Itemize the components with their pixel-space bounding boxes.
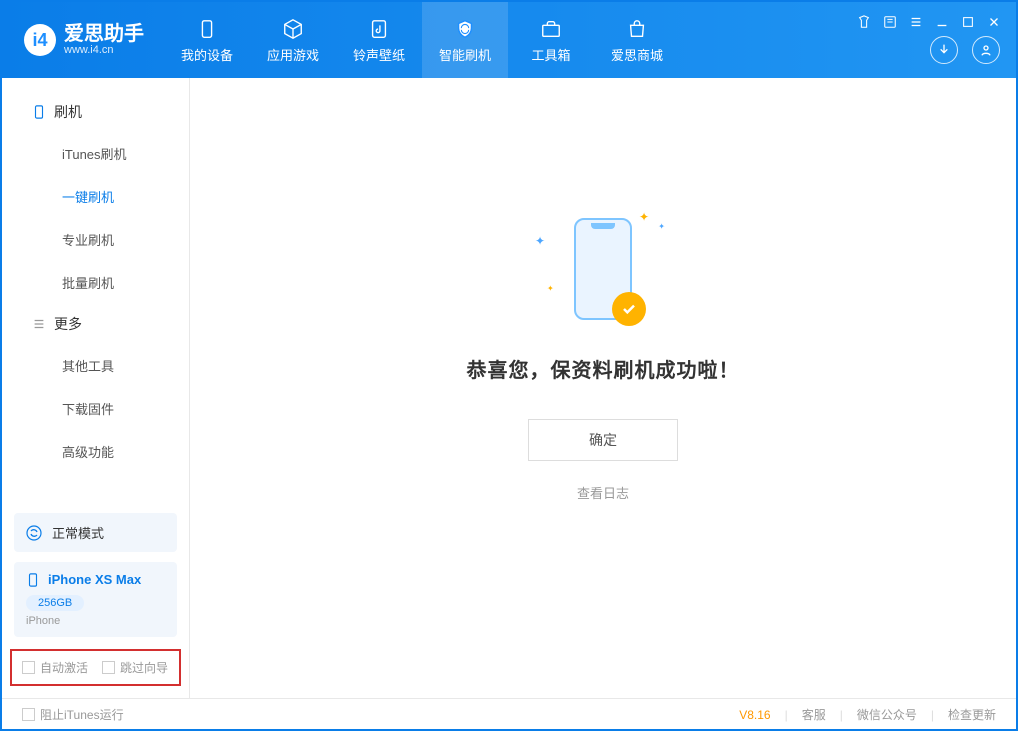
footer-link-wechat[interactable]: 微信公众号: [857, 706, 917, 723]
checkbox-icon: [22, 661, 35, 674]
sparkle-icon: ✦: [547, 284, 554, 293]
sidebar-item-one-click-flash[interactable]: 一键刷机: [2, 175, 189, 218]
nav-store[interactable]: 爱思商城: [594, 2, 680, 78]
feedback-icon[interactable]: [882, 14, 898, 30]
bag-icon: [625, 17, 649, 41]
nav-ringtone-wallpaper[interactable]: 铃声壁纸: [336, 2, 422, 78]
checkbox-icon: [102, 661, 115, 674]
music-icon: [367, 17, 391, 41]
cube-icon: [281, 17, 305, 41]
sparkle-icon: ✦: [658, 222, 665, 231]
sidebar-section-more[interactable]: 更多: [2, 304, 189, 344]
refresh-shield-icon: [453, 17, 477, 41]
minimize-button[interactable]: [934, 14, 950, 30]
footer-link-update[interactable]: 检查更新: [948, 706, 996, 723]
device-small-icon: [26, 573, 40, 587]
version-label: V8.16: [739, 708, 770, 722]
main-content: ✦ ✦ ✦ ✦ 恭喜您，保资料刷机成功啦！ 确定 查看日志: [190, 78, 1016, 698]
sidebar-item-advanced[interactable]: 高级功能: [2, 430, 189, 473]
sparkle-icon: ✦: [639, 210, 649, 224]
briefcase-icon: [539, 17, 563, 41]
app-subtitle: www.i4.cn: [64, 44, 144, 56]
sidebar-item-pro-flash[interactable]: 专业刷机: [2, 218, 189, 261]
nav-flash[interactable]: 智能刷机: [422, 2, 508, 78]
checkbox-auto-activate[interactable]: 自动激活: [22, 659, 88, 676]
capacity-badge: 256GB: [26, 595, 84, 611]
menu-icon[interactable]: [908, 14, 924, 30]
checkbox-block-itunes[interactable]: 阻止iTunes运行: [22, 706, 124, 723]
sparkle-icon: ✦: [535, 234, 545, 248]
shirt-icon[interactable]: [856, 14, 872, 30]
main-nav: 我的设备 应用游戏 铃声壁纸 智能刷机 工具箱 爱思商城: [164, 2, 680, 78]
status-bar: 阻止iTunes运行 V8.16 | 客服 | 微信公众号 | 检查更新: [2, 698, 1016, 730]
phone-icon: [32, 105, 46, 119]
success-illustration: ✦ ✦ ✦ ✦: [543, 214, 663, 324]
sidebar-section-flash[interactable]: 刷机: [2, 92, 189, 132]
maximize-button[interactable]: [960, 14, 976, 30]
check-badge-icon: [612, 292, 646, 326]
sidebar-item-download-firmware[interactable]: 下载固件: [2, 387, 189, 430]
device-icon: [195, 17, 219, 41]
sidebar-item-other-tools[interactable]: 其他工具: [2, 344, 189, 387]
list-icon: [32, 317, 46, 331]
logo-area: i4 爱思助手 www.i4.cn: [2, 2, 164, 78]
options-highlight-box: 自动激活 跳过向导: [10, 649, 181, 686]
app-header: i4 爱思助手 www.i4.cn 我的设备 应用游戏 铃声壁纸 智能刷机 工具…: [2, 2, 1016, 78]
nav-apps-games[interactable]: 应用游戏: [250, 2, 336, 78]
app-title: 爱思助手: [64, 24, 144, 44]
footer-link-support[interactable]: 客服: [802, 706, 826, 723]
device-info-box[interactable]: iPhone XS Max 256GB iPhone: [14, 562, 177, 637]
nav-my-device[interactable]: 我的设备: [164, 2, 250, 78]
user-button[interactable]: [972, 36, 1000, 64]
device-name-label: iPhone XS Max: [48, 572, 141, 587]
sidebar-item-itunes-flash[interactable]: iTunes刷机: [2, 132, 189, 175]
device-mode-label: 正常模式: [52, 523, 104, 542]
checkbox-icon: [22, 708, 35, 721]
logo-icon: i4: [24, 24, 56, 56]
window-controls: [856, 14, 1002, 30]
success-message: 恭喜您，保资料刷机成功啦！: [467, 354, 740, 383]
sidebar: 刷机 iTunes刷机 一键刷机 专业刷机 批量刷机 更多 其他工具 下载固件 …: [2, 78, 190, 698]
ok-button[interactable]: 确定: [528, 419, 678, 461]
sidebar-item-batch-flash[interactable]: 批量刷机: [2, 261, 189, 304]
nav-toolbox[interactable]: 工具箱: [508, 2, 594, 78]
device-mode-box[interactable]: 正常模式: [14, 513, 177, 552]
download-button[interactable]: [930, 36, 958, 64]
view-log-link[interactable]: 查看日志: [577, 483, 629, 502]
close-button[interactable]: [986, 14, 1002, 30]
sync-icon: [26, 525, 42, 541]
device-type-label: iPhone: [26, 615, 165, 627]
checkbox-skip-guide[interactable]: 跳过向导: [102, 659, 168, 676]
phone-illustration: [574, 218, 632, 320]
